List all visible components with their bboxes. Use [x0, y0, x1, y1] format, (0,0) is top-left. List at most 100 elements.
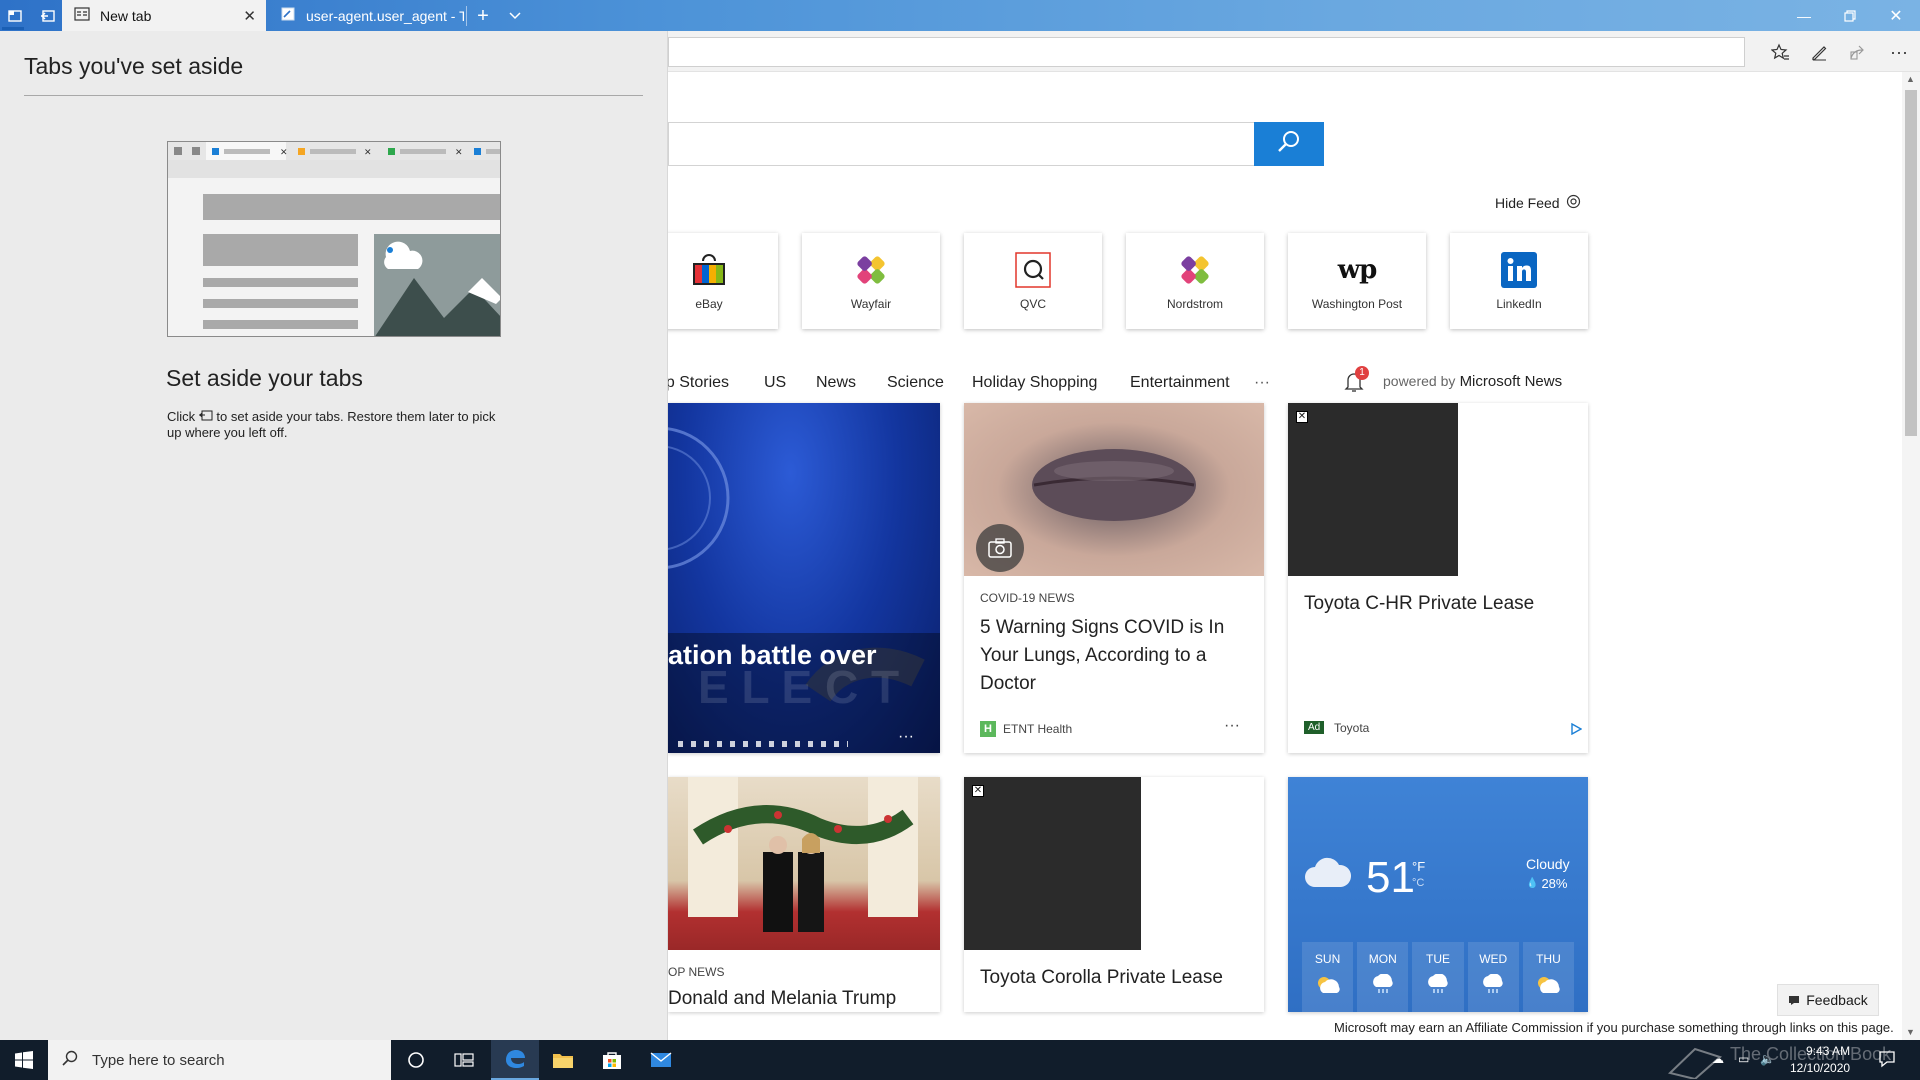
forecast-day-label: SUN: [1314, 952, 1341, 966]
set-aside-tabs-icon[interactable]: [38, 6, 58, 26]
search-button[interactable]: [1254, 122, 1324, 166]
unit-fahrenheit[interactable]: °F: [1412, 859, 1425, 874]
category-holiday-shopping[interactable]: Holiday Shopping: [972, 374, 1097, 392]
category-news[interactable]: News: [816, 374, 856, 392]
close-icon[interactable]: ✕: [1873, 0, 1919, 31]
forecast-day[interactable]: SUN: [1302, 942, 1354, 1012]
forecast-day[interactable]: MON: [1357, 942, 1409, 1012]
washington-post-logo-icon: wp: [1337, 255, 1378, 285]
taskbar-search-placeholder: Type here to search: [92, 1051, 225, 1069]
forecast-day[interactable]: THU: [1522, 942, 1575, 1012]
favorites-icon[interactable]: [1767, 40, 1793, 64]
minimize-icon[interactable]: —: [1781, 0, 1827, 31]
new-tab-plus-icon[interactable]: +: [473, 5, 493, 27]
top-site-label: eBay: [695, 297, 723, 311]
covid-source: ETNT Health: [1003, 722, 1073, 736]
linkedin-logo-icon: [1500, 251, 1538, 289]
hero-news-card[interactable]: E L E C T ation battle over ···: [668, 403, 940, 753]
adchoices-icon[interactable]: [1570, 722, 1583, 740]
tabs-aside-icon[interactable]: [5, 6, 25, 26]
ad-badge: Ad: [1304, 721, 1325, 734]
scrollbar-thumb[interactable]: [1905, 90, 1917, 436]
more-categories-button[interactable]: ···: [1254, 374, 1270, 392]
page-favicon-icon: [280, 6, 296, 25]
category-us[interactable]: US: [764, 374, 786, 392]
category-science[interactable]: Science: [887, 374, 944, 392]
task-view-icon[interactable]: [440, 1040, 488, 1080]
precip-value: 28%: [1541, 876, 1568, 891]
rain-cloud-icon: [1412, 973, 1463, 997]
forecast-day[interactable]: TUE: [1412, 942, 1464, 1012]
more-settings-icon[interactable]: ···: [1886, 40, 1912, 64]
hero-headline: ation battle over: [668, 640, 877, 670]
file-explorer-icon[interactable]: [539, 1040, 587, 1080]
forecast-day-label: TUE: [1426, 952, 1450, 966]
tab-new-tab[interactable]: New tab ✕: [62, 0, 266, 31]
top-site-washington-post[interactable]: wp Washington Post: [1288, 233, 1426, 329]
trump-news-card[interactable]: OP NEWS Donald and Melania Trump: [668, 777, 940, 1012]
forecast-day-label: THU: [1536, 952, 1561, 966]
address-bar[interactable]: [668, 37, 1745, 67]
top-site-linkedin[interactable]: LinkedIn: [1450, 233, 1588, 329]
forecast-day[interactable]: WED: [1467, 942, 1519, 1012]
web-search-input[interactable]: [668, 122, 1254, 166]
onedrive-cloud-icon[interactable]: ☁: [1712, 1052, 1724, 1066]
ad-source: Toyota: [1334, 721, 1370, 735]
hide-feed-button[interactable]: Hide Feed: [1495, 194, 1581, 212]
cortana-icon[interactable]: [392, 1040, 440, 1080]
top-site-label: LinkedIn: [1496, 297, 1542, 311]
mail-icon[interactable]: [637, 1040, 685, 1080]
weather-card[interactable]: 51 °F °C Cloudy 💧 28% SUN MON TUE WED TH…: [1288, 777, 1588, 1012]
tab-preview-chevron-icon[interactable]: [505, 6, 525, 26]
trump-category: OP NEWS: [668, 965, 725, 979]
scroll-up-arrow-icon[interactable]: ▲: [1906, 74, 1915, 84]
svg-text:✕: ✕: [280, 147, 288, 157]
hero-more-options-icon[interactable]: ···: [898, 728, 914, 746]
category-entertainment[interactable]: Entertainment: [1130, 374, 1230, 392]
ad-image-placeholder: [964, 777, 1141, 950]
sun-cloud-icon: [1523, 974, 1574, 997]
set-aside-heading: Set aside your tabs: [166, 365, 363, 391]
top-site-qvc[interactable]: QVC: [964, 233, 1102, 329]
close-tab-icon[interactable]: ✕: [243, 7, 256, 25]
carousel-dots[interactable]: [678, 741, 848, 747]
top-site-label: Wayfair: [850, 297, 892, 311]
share-icon[interactable]: [1845, 40, 1871, 64]
scroll-down-arrow-icon[interactable]: ▼: [1906, 1027, 1915, 1037]
ad-headline: Toyota Corolla Private Lease: [980, 967, 1223, 988]
covid-news-card[interactable]: COVID-19 NEWS 5 Warning Signs COVID is I…: [964, 403, 1264, 753]
forecast-day-label: MON: [1368, 952, 1397, 966]
volume-icon[interactable]: 🔈: [1760, 1052, 1775, 1066]
tab-user-agent[interactable]: user-agent.user_agent - The: [268, 0, 466, 31]
ad-image-placeholder: [1288, 403, 1458, 576]
nordstrom-logo-icon: [1176, 251, 1214, 289]
system-clock[interactable]: 9:43 AM 12/10/2020: [1790, 1043, 1850, 1077]
toyota-chr-ad-card[interactable]: ✕ Toyota C-HR Private Lease Ad Toyota: [1288, 403, 1588, 753]
restore-icon[interactable]: [1827, 0, 1873, 31]
affiliate-disclaimer: Microsoft may earn an Affiliate Commissi…: [1334, 1020, 1894, 1035]
notes-pen-icon[interactable]: [1806, 40, 1832, 64]
action-center-icon[interactable]: [1878, 1050, 1896, 1073]
top-site-wayfair[interactable]: Wayfair: [802, 233, 940, 329]
powered-by: powered by Microsoft News: [1383, 373, 1562, 390]
windows-start-icon[interactable]: [0, 1040, 48, 1080]
microsoft-store-icon[interactable]: [588, 1040, 636, 1080]
powered-by-brand: Microsoft News: [1459, 373, 1563, 390]
desc-after-text: to set aside your tabs. Restore them lat…: [167, 409, 496, 440]
top-site-nordstrom[interactable]: Nordstrom: [1126, 233, 1264, 329]
network-icon[interactable]: ▭: [1738, 1052, 1749, 1066]
rain-cloud-icon: [1357, 973, 1408, 997]
unit-celsius[interactable]: °C: [1412, 877, 1424, 889]
feedback-button[interactable]: Feedback: [1777, 984, 1879, 1016]
notification-bell-icon[interactable]: 1: [1344, 366, 1369, 394]
tabs-aside-active-indicator: [2, 27, 24, 30]
edge-taskbar-icon[interactable]: [491, 1040, 539, 1080]
rain-cloud-icon: [1468, 973, 1519, 997]
top-site-label: Washington Post: [1311, 297, 1403, 311]
covid-more-options-icon[interactable]: ···: [1224, 717, 1240, 735]
toyota-corolla-ad-card[interactable]: ✕ Toyota Corolla Private Lease: [964, 777, 1264, 1012]
trump-photo: [668, 777, 940, 950]
search-icon: [62, 1050, 78, 1070]
taskbar-search-box[interactable]: Type here to search: [48, 1040, 391, 1080]
weather-condition: Cloudy: [1526, 856, 1570, 872]
